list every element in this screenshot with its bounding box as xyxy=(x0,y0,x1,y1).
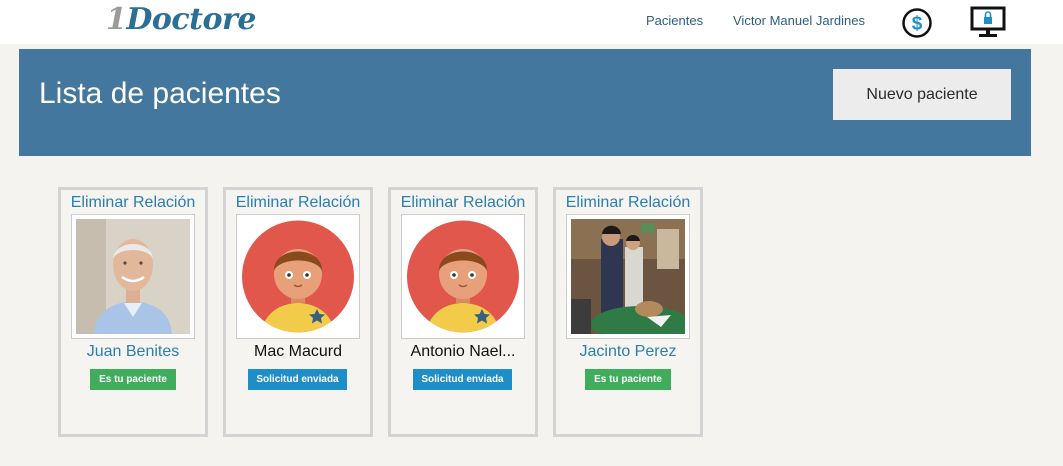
dollar-circle-icon[interactable]: $ xyxy=(902,8,932,38)
patient-card: Eliminar Relación Jacinto Perez Es tu pa… xyxy=(553,187,703,437)
nav-link-pacientes[interactable]: Pacientes xyxy=(646,13,703,28)
patient-card: Eliminar Relación Juan Benites Es tu pac… xyxy=(58,187,208,437)
app-logo[interactable]: 1Doctore xyxy=(106,2,256,37)
status-badge: Es tu paciente xyxy=(585,369,671,390)
patient-photo[interactable] xyxy=(71,214,195,339)
status-badge: Solicitud enviada xyxy=(248,369,347,390)
locked-monitor-icon[interactable] xyxy=(970,6,1006,38)
patient-photo[interactable] xyxy=(236,214,360,339)
photo-party-group xyxy=(571,219,685,334)
status-badge: Solicitud enviada xyxy=(413,369,512,390)
new-patient-button[interactable]: Nuevo paciente xyxy=(833,69,1011,120)
nav-link-user[interactable]: Victor Manuel Jardines xyxy=(733,13,865,28)
default-avatar-icon xyxy=(241,219,355,334)
remove-relation-link[interactable]: Eliminar Relación xyxy=(391,194,535,212)
default-avatar-icon xyxy=(406,219,520,334)
logo-mark: 1 xyxy=(106,2,127,37)
remove-relation-link[interactable]: Eliminar Relación xyxy=(226,194,370,212)
patient-name-link[interactable]: Jacinto Perez xyxy=(556,343,700,361)
patient-name: Mac Macurd xyxy=(253,343,343,360)
photo-elderly-man xyxy=(76,219,190,334)
page-header: Lista de pacientes Nuevo paciente xyxy=(19,49,1031,156)
patient-photo[interactable] xyxy=(566,214,690,339)
patient-photo[interactable] xyxy=(401,214,525,339)
remove-relation-link[interactable]: Eliminar Relación xyxy=(556,194,700,212)
remove-relation-link[interactable]: Eliminar Relación xyxy=(61,194,205,212)
logo-text: Doctore xyxy=(126,2,256,37)
patient-card: Eliminar Relación Antonio Nael... Solici… xyxy=(388,187,538,437)
page-title: Lista de pacientes xyxy=(39,77,281,110)
patient-card: Eliminar Relación Mac Macurd Solicitud e… xyxy=(223,187,373,437)
top-navbar: 1Doctore Pacientes Victor Manuel Jardine… xyxy=(0,0,1063,44)
patient-name-link[interactable]: Juan Benites xyxy=(61,343,205,361)
patient-name: Antonio Nael... xyxy=(410,343,516,360)
status-badge: Es tu paciente xyxy=(90,369,176,390)
svg-text:$: $ xyxy=(912,14,923,35)
